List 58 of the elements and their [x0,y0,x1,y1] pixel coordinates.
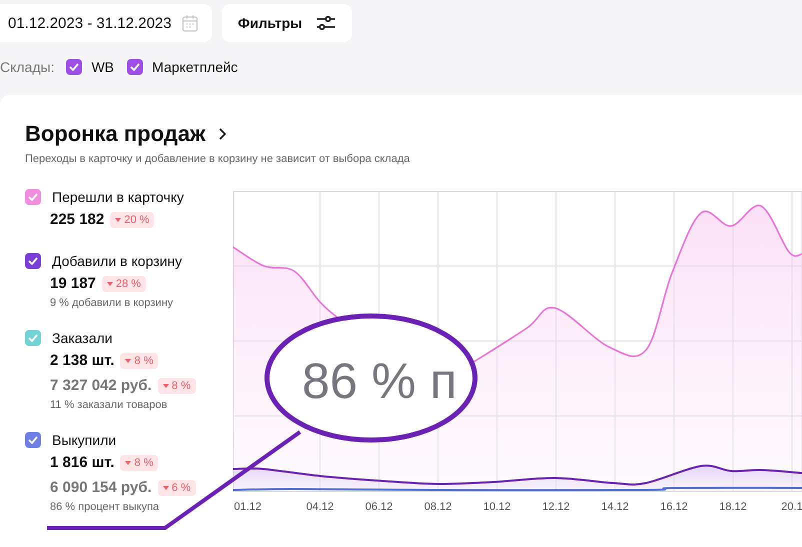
sliders-icon [316,15,336,31]
metric-value: 1 816 шт. [50,454,114,471]
checkmark-icon [28,257,38,265]
axis-label: 12.12 [542,501,570,513]
checkmark-icon [28,193,38,201]
checkbox[interactable] [66,59,82,75]
caret-down-icon [162,384,169,388]
caret-down-icon [125,358,132,362]
metric-note: 11 % заказали товаров [49,399,168,411]
axis-label: 01.12 [234,501,262,513]
metric-value: 225 182 [50,211,104,228]
magnified-text: 86 % п [302,353,457,409]
axis-label: 18.12 [719,501,747,513]
caret-down-icon [125,460,132,464]
axis-label: 04.12 [306,501,334,513]
caret-down-icon [106,282,113,286]
metric-note: 9 % добавили в корзину [49,297,174,309]
caret-down-icon [115,218,122,222]
checkbox[interactable] [127,59,144,75]
change-badge: 8 % [120,454,158,470]
change-badge: 20 % [110,212,154,228]
metric-value: 2 138 шт. [50,352,114,369]
warehouse-option-label: WB [91,59,114,75]
metric-label: Заказали [52,330,112,346]
warehouses-label: Склады: [0,59,54,75]
checkmark-icon [130,63,140,71]
metric-label: Выкупили [52,432,116,448]
funnel-subtitle: Переходы в карточку и добавление в корзину не зависит от выбора склада [25,153,411,165]
checkmark-icon [69,63,80,71]
checkbox[interactable] [25,253,41,269]
change-badge: 6 % [158,480,196,496]
axis-label: 20.1 [781,501,802,513]
change-badge: 8 % [120,352,158,368]
metric-note: 86 % процент выкупа [49,501,160,513]
axis-label: 14.12 [601,501,629,513]
axis-label: 08.12 [424,501,452,513]
metric-value: 19 187 [50,275,96,292]
checkbox[interactable] [25,189,41,205]
caret-down-icon [162,486,169,490]
metric-sum: 6 090 154 руб. [50,479,152,496]
metric-label: Добавили в корзину [52,253,182,269]
metric-label: Перешли в карточку [52,189,184,205]
checkmark-icon [28,436,38,444]
warehouse-option-label: Маркетплейс [152,59,238,75]
checkmark-icon [28,334,38,342]
checkbox[interactable] [25,432,41,448]
axis-label: 06.12 [365,501,393,513]
chevron-right-icon[interactable] [218,128,226,140]
axis-label: 16.12 [660,501,688,513]
date-range-field[interactable]: 01.12.2023 - 31.12.2023 [0,4,212,42]
funnel-title: Воронка продаж [25,121,206,147]
axis-label: 10.12 [483,501,511,513]
checkbox[interactable] [25,330,41,346]
calendar-icon [182,14,198,32]
metric-sum: 7 327 042 руб. [50,377,152,394]
change-badge: 8 % [158,378,196,394]
filters-button[interactable]: Фильтры [222,4,352,42]
change-badge: 28 % [102,276,146,292]
